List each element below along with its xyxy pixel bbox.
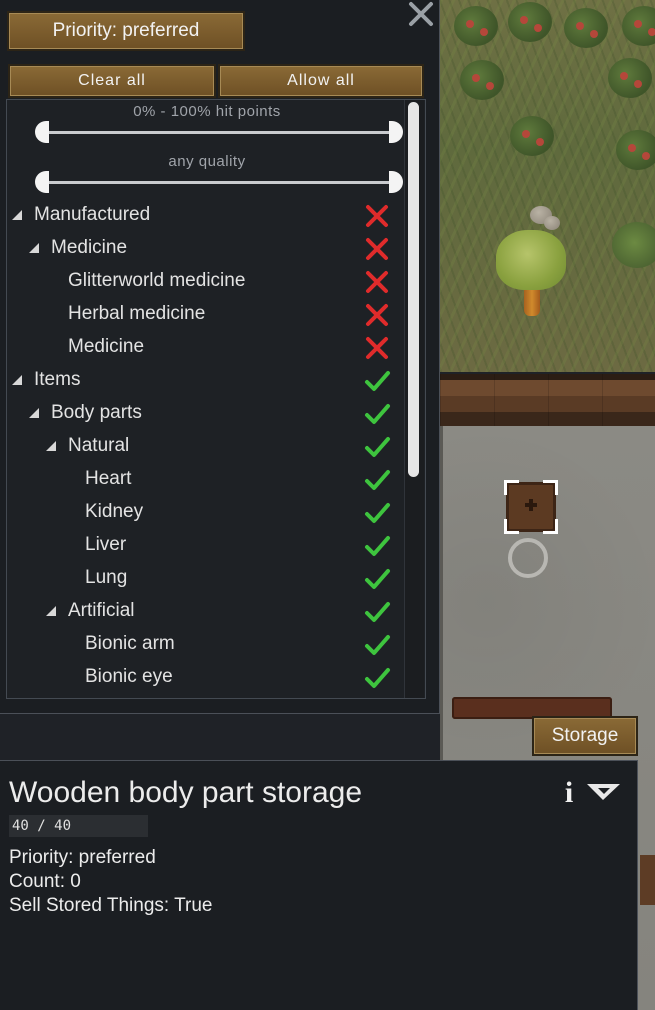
tree-row[interactable]: Liver xyxy=(7,529,407,562)
tree-row[interactable]: Lung xyxy=(7,562,407,595)
expand-triangle-icon[interactable] xyxy=(29,243,39,253)
cross-icon[interactable] xyxy=(363,301,391,329)
tree-row[interactable]: Natural xyxy=(7,430,407,463)
tree-row-label: Herbal medicine xyxy=(68,303,206,324)
tree-row-label: Items xyxy=(34,369,81,390)
hit-points-min-handle[interactable] xyxy=(35,121,49,143)
check-icon[interactable] xyxy=(363,664,391,692)
tree-row-label: Bionic eye xyxy=(85,666,173,687)
hit-points-caption: 0% - 100% hit points xyxy=(133,103,281,120)
grass-terrain xyxy=(440,0,655,372)
tree-row[interactable]: Heart xyxy=(7,463,407,496)
collapse-icon[interactable] xyxy=(586,782,622,802)
tree-row-label: Lung xyxy=(85,567,128,588)
tree-row[interactable]: Items xyxy=(7,364,407,397)
tree-row[interactable]: Kidney xyxy=(7,496,407,529)
tree-row[interactable]: Bionic arm xyxy=(7,628,407,661)
selection-bracket xyxy=(543,519,558,534)
check-icon[interactable] xyxy=(363,598,391,626)
tree-row[interactable]: Artificial xyxy=(7,595,407,628)
tree-row-label: Heart xyxy=(85,468,132,489)
clear-all-button[interactable]: Clear all xyxy=(8,64,216,98)
hit-points-value: 40 / 40 xyxy=(12,818,72,834)
selection-bracket xyxy=(543,480,558,495)
check-icon[interactable] xyxy=(363,400,391,428)
tree-row-label: Medicine xyxy=(51,237,128,258)
selection-bracket xyxy=(504,519,519,534)
pawn-position-ring xyxy=(508,538,548,578)
close-icon[interactable] xyxy=(405,0,437,28)
quality-slider[interactable] xyxy=(41,181,399,184)
expand-triangle-icon[interactable] xyxy=(46,606,56,616)
tree-row-label: Medicine xyxy=(68,336,145,357)
body-part-storage-crate[interactable] xyxy=(504,480,558,534)
wooden-wall xyxy=(440,374,655,426)
selection-bracket xyxy=(504,480,519,495)
tree-row-label: Body parts xyxy=(51,402,142,423)
check-icon[interactable] xyxy=(363,466,391,494)
grass-bush[interactable] xyxy=(612,222,655,268)
check-icon[interactable] xyxy=(363,367,391,395)
tree-row-label: Manufactured xyxy=(34,204,151,225)
info-priority: Priority: preferred xyxy=(9,847,156,868)
expand-triangle-icon[interactable] xyxy=(46,441,56,451)
quality-caption: any quality xyxy=(168,153,246,170)
check-icon[interactable] xyxy=(363,499,391,527)
tree-row[interactable]: Body parts xyxy=(7,397,407,430)
check-icon[interactable] xyxy=(363,433,391,461)
rock-chunk[interactable] xyxy=(544,216,560,230)
berry-bush[interactable] xyxy=(510,116,554,156)
cross-icon[interactable] xyxy=(363,202,391,230)
allow-all-button[interactable]: Allow all xyxy=(218,64,424,98)
info-icon[interactable]: i xyxy=(558,778,580,808)
tree-row-label: Glitterworld medicine xyxy=(68,270,246,291)
tree-row[interactable]: Bionic eye xyxy=(7,661,407,694)
check-icon[interactable] xyxy=(363,532,391,560)
tree-row-label: Bionic arm xyxy=(85,633,175,654)
berry-bush[interactable] xyxy=(508,2,552,42)
cross-icon[interactable] xyxy=(363,334,391,362)
expand-triangle-icon[interactable] xyxy=(29,408,39,418)
storage-settings-panel: Priority: preferred Clear all Allow all … xyxy=(0,0,440,714)
tree-row[interactable]: Glitterworld medicine xyxy=(7,265,407,298)
cross-icon[interactable] xyxy=(363,235,391,263)
priority-button[interactable]: Priority: preferred xyxy=(7,11,245,51)
info-count: Count: 0 xyxy=(9,871,81,892)
berry-bush[interactable] xyxy=(454,6,498,46)
tree-row-label: Liver xyxy=(85,534,127,555)
tree-row[interactable]: Medicine xyxy=(7,232,407,265)
tree-row[interactable]: Manufactured xyxy=(7,199,407,232)
berry-bush[interactable] xyxy=(616,130,655,170)
tree-row-label: Artificial xyxy=(68,600,135,621)
tree-row[interactable]: Medicine xyxy=(7,331,407,364)
filter-scrollbar[interactable] xyxy=(404,100,424,698)
building-title: Wooden body part storage xyxy=(9,776,363,809)
storage-tab[interactable]: Storage xyxy=(532,716,638,756)
tree-row[interactable]: Herbal medicine xyxy=(7,298,407,331)
check-icon[interactable] xyxy=(363,631,391,659)
berry-bush[interactable] xyxy=(460,60,504,100)
hit-points-slider[interactable] xyxy=(41,131,399,134)
wooden-wall xyxy=(640,855,655,905)
info-sell-stored: Sell Stored Things: True xyxy=(9,895,213,916)
thing-filter-list[interactable]: 0% - 100% hit points any quality Manufac… xyxy=(6,99,426,699)
hit-points-bar: 40 / 40 xyxy=(9,815,148,837)
scroll-thumb[interactable] xyxy=(408,102,419,477)
tree-row-label: Kidney xyxy=(85,501,144,522)
hit-points-max-handle[interactable] xyxy=(389,121,403,143)
tree-row-label: Natural xyxy=(68,435,130,456)
tree-crown[interactable] xyxy=(496,230,566,290)
expand-triangle-icon[interactable] xyxy=(12,375,22,385)
expand-triangle-icon[interactable] xyxy=(12,210,22,220)
cross-icon[interactable] xyxy=(363,268,391,296)
quality-min-handle[interactable] xyxy=(35,171,49,193)
berry-bush[interactable] xyxy=(564,8,608,48)
medical-cross-icon xyxy=(525,499,537,511)
berry-bush[interactable] xyxy=(608,58,652,98)
quality-max-handle[interactable] xyxy=(389,171,403,193)
check-icon[interactable] xyxy=(363,565,391,593)
